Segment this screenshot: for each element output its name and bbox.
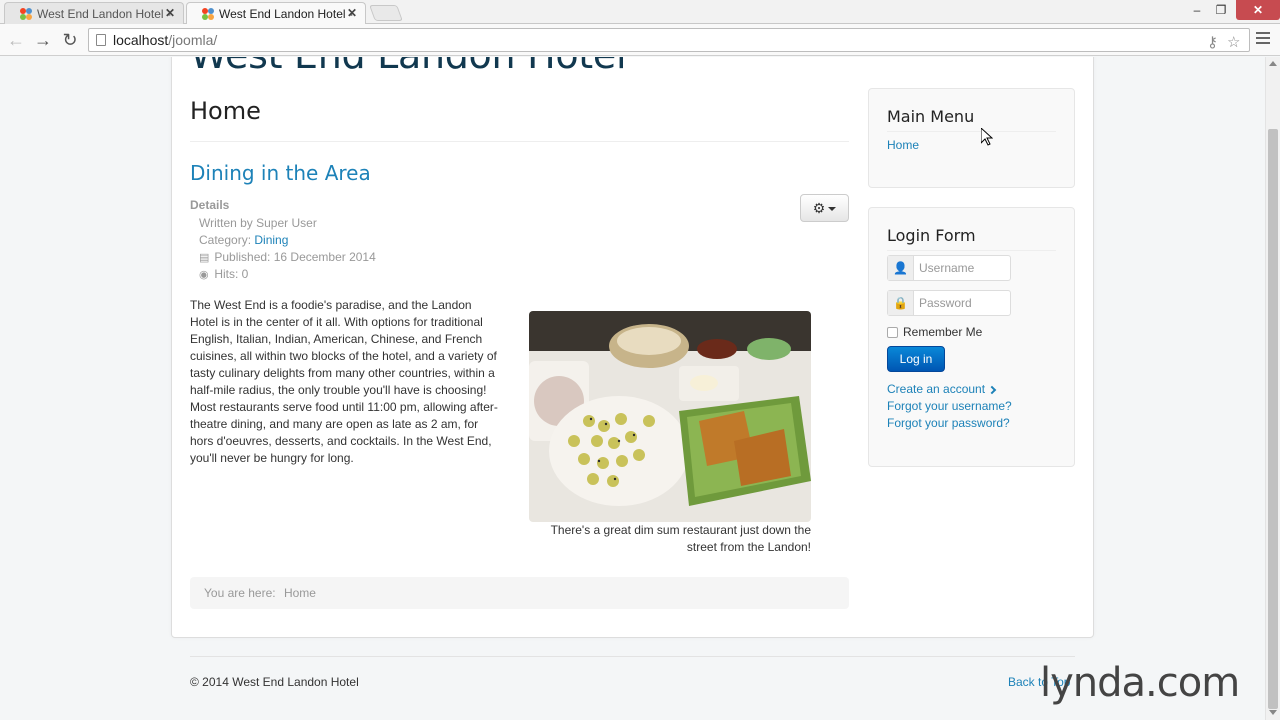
dim-sum-photo [529, 311, 811, 522]
restore-window-button[interactable]: ❐ [1210, 0, 1232, 20]
forgot-username-link[interactable]: Forgot your username? [887, 398, 1012, 415]
password-field: 🔒 [887, 290, 1011, 316]
footer-copyright: © 2014 West End Landon Hotel [190, 675, 359, 689]
category-link[interactable]: Dining [254, 233, 288, 247]
remember-me-label: Remember Me [903, 325, 983, 339]
browser-tab-1[interactable]: West End Landon Hotel - ✕ [4, 2, 184, 24]
joomla-favicon-icon [202, 8, 214, 20]
login-button[interactable]: Log in [887, 346, 945, 372]
category-row: Category: Dining [190, 232, 376, 249]
published-row: ▤ Published: 16 December 2014 [190, 249, 376, 266]
address-bar[interactable]: localhost/joomla/ ⚷ ☆ [88, 28, 1250, 52]
username-field: 👤 [887, 255, 1011, 281]
new-tab-button[interactable] [369, 5, 403, 21]
details-label: Details [190, 198, 230, 212]
browser-toolbar: ← → ↻ localhost/joomla/ ⚷ ☆ [0, 24, 1280, 56]
browser-menu-icon[interactable] [1256, 32, 1270, 47]
watermark-suffix: .com [1145, 660, 1240, 706]
browser-tab-2-title: West End Landon Hotel - [219, 7, 353, 21]
browser-tab-2[interactable]: West End Landon Hotel - ✕ [186, 2, 366, 25]
lock-icon: 🔒 [888, 291, 914, 315]
page-viewport: West End Landon Hotel Home Dining in the… [0, 57, 1265, 720]
remember-me-checkbox[interactable] [887, 326, 898, 338]
scrollbar-thumb[interactable] [1268, 129, 1278, 709]
url-path: /joomla/ [168, 32, 218, 48]
close-tab-1-icon[interactable]: ✕ [165, 6, 175, 20]
gear-icon: ⚙ [812, 200, 826, 216]
user-icon: 👤 [888, 256, 914, 280]
login-form-module: Login Form 👤 🔒 Remember Me Log in Create… [868, 207, 1075, 467]
hits-row: ◉ Hits: 0 [190, 266, 376, 283]
back-arrow-icon[interactable]: ← [6, 30, 26, 50]
close-window-button[interactable]: ✕ [1236, 0, 1280, 20]
browser-tab-bar: West End Landon Hotel - ✕ West End Lando… [0, 0, 1280, 25]
article-body: The West End is a foodie's paradise, and… [190, 298, 498, 465]
watermark-brand: lynda [1040, 660, 1146, 706]
footer-divider [190, 656, 1075, 657]
heading-divider [190, 141, 849, 142]
remember-me: Remember Me [887, 325, 982, 339]
password-input[interactable] [915, 292, 1009, 314]
breadcrumb: You are here: Home [190, 577, 849, 609]
close-tab-2-icon[interactable]: ✕ [347, 6, 357, 20]
lynda-watermark: lynda.com [1040, 660, 1240, 706]
calendar-icon: ▤ [199, 252, 210, 264]
article-title-link[interactable]: Dining in the Area [190, 161, 371, 185]
scroll-down-icon[interactable] [1269, 710, 1277, 715]
hits-count: Hits: 0 [214, 267, 249, 281]
article-tools-button[interactable]: ⚙ [800, 194, 849, 222]
page-heading: Home [190, 97, 261, 125]
category-label: Category: [199, 233, 252, 247]
mouse-cursor-icon [981, 128, 993, 146]
main-menu-item-home[interactable]: Home [869, 132, 1074, 152]
caret-down-icon [828, 207, 837, 212]
page-scrollbar[interactable] [1265, 57, 1280, 720]
reload-icon[interactable]: ↻ [60, 30, 80, 50]
breadcrumb-current: Home [283, 586, 316, 600]
create-account-label: Create an account [887, 382, 986, 396]
minimize-window-button[interactable]: – [1186, 0, 1208, 20]
breadcrumb-label: You are here: [204, 586, 276, 600]
eye-icon: ◉ [199, 269, 209, 281]
url-host: localhost [113, 32, 169, 48]
username-input[interactable] [915, 257, 1009, 279]
site-title[interactable]: West End Landon Hotel [190, 57, 627, 77]
main-menu-module: Main Menu Home [868, 88, 1075, 188]
browser-tab-1-title: West End Landon Hotel - [37, 7, 171, 21]
forward-arrow-icon[interactable]: → [33, 30, 53, 50]
published-date: Published: 16 December 2014 [214, 250, 376, 264]
image-caption: There's a great dim sum restaurant just … [550, 523, 811, 554]
login-form-title: Login Form [887, 226, 976, 245]
author-row: Written by Super User [199, 216, 317, 230]
forgot-password-link[interactable]: Forgot your password? [887, 415, 1012, 432]
key-icon[interactable]: ⚷ [1207, 33, 1218, 51]
create-account-link[interactable]: Create an account [887, 381, 1012, 398]
scroll-up-icon[interactable] [1269, 61, 1277, 66]
bookmark-star-icon[interactable]: ☆ [1227, 33, 1240, 51]
page-icon [96, 34, 106, 46]
module-divider [887, 250, 1056, 251]
joomla-favicon-icon [20, 8, 32, 20]
main-menu-title: Main Menu [887, 107, 975, 126]
chevron-right-icon [987, 385, 997, 395]
article-details: Details Written by Super User Category: … [190, 198, 376, 283]
login-links: Create an account Forgot your username? … [887, 381, 1012, 432]
